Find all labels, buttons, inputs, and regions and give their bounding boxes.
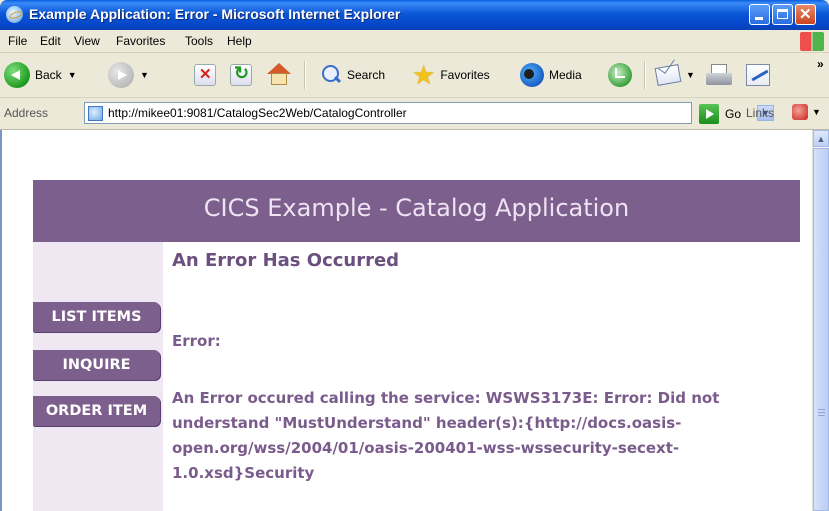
- scroll-grip: [818, 415, 825, 416]
- search-label: Search: [347, 68, 386, 82]
- menu-file[interactable]: File: [8, 34, 27, 48]
- edit-icon: [746, 64, 770, 86]
- favorites-star-icon: ★: [412, 60, 436, 90]
- menu-view[interactable]: View: [74, 34, 100, 48]
- error-message: An Error occured calling the service: WS…: [172, 386, 797, 486]
- menu-favorites[interactable]: Favorites: [116, 34, 165, 48]
- scroll-grip: [818, 412, 825, 413]
- search-button[interactable]: Search: [320, 59, 385, 91]
- sidebar-nav: LIST ITEMS INQUIRE ORDER ITEM: [33, 242, 163, 511]
- menu-edit[interactable]: Edit: [40, 34, 61, 48]
- back-icon: [4, 62, 30, 88]
- address-input[interactable]: http://mikee01:9081/CatalogSec2Web/Catal…: [84, 102, 774, 124]
- history-icon: [608, 63, 632, 87]
- forward-icon: [108, 62, 134, 88]
- go-arrow-icon: [699, 103, 719, 124]
- go-button[interactable]: Go: [699, 103, 741, 124]
- print-icon: [706, 64, 732, 86]
- error-message-line: open.org/wss/2004/01/oasis-200401-wss-ws…: [172, 439, 680, 457]
- toolbar: Back ▼ ▼ Search ★ Favorites Media: [0, 53, 829, 98]
- error-message-line: 1.0.xsd}Security: [172, 464, 315, 482]
- address-label: Address: [4, 106, 49, 120]
- links-icon[interactable]: [792, 104, 808, 120]
- scroll-thumb[interactable]: [813, 148, 829, 511]
- toolbar-separator: [304, 61, 306, 89]
- menu-tools[interactable]: Tools: [185, 34, 213, 48]
- stop-button[interactable]: [194, 59, 216, 91]
- close-button[interactable]: [795, 4, 816, 25]
- page-title: CICS Example - Catalog Application: [203, 194, 630, 222]
- media-icon: [520, 63, 544, 87]
- error-message-line: An Error occured calling the service: WS…: [172, 389, 720, 407]
- page-icon: [88, 106, 103, 121]
- history-button[interactable]: [608, 59, 632, 91]
- media-label: Media: [549, 68, 582, 82]
- edit-button[interactable]: [746, 59, 770, 91]
- scroll-grip: [818, 409, 825, 410]
- links-label[interactable]: Links: [746, 106, 774, 120]
- home-icon: [266, 63, 292, 87]
- search-icon: [320, 64, 342, 86]
- refresh-icon: [230, 63, 252, 86]
- title-bar: Example Application: Error - Microsoft I…: [0, 0, 829, 30]
- page-header: CICS Example - Catalog Application: [33, 180, 800, 242]
- minimize-button[interactable]: [749, 4, 770, 25]
- error-heading: An Error Has Occurred: [172, 250, 400, 271]
- forward-dropdown-icon[interactable]: ▼: [140, 70, 149, 80]
- browser-window: Example Application: Error - Microsoft I…: [0, 0, 829, 511]
- back-label: Back: [35, 68, 62, 82]
- scroll-up-arrow-icon[interactable]: ▲: [813, 130, 829, 147]
- refresh-button[interactable]: [230, 59, 252, 91]
- vertical-scrollbar[interactable]: ▲: [812, 130, 829, 511]
- favorites-button[interactable]: ★ Favorites: [412, 59, 490, 91]
- window-title: Example Application: Error - Microsoft I…: [29, 6, 401, 22]
- error-message-line: understand "MustUnderstand" header(s):{h…: [172, 414, 682, 432]
- mail-icon: [654, 64, 682, 86]
- media-button[interactable]: Media: [520, 59, 582, 91]
- address-url[interactable]: http://mikee01:9081/CatalogSec2Web/Catal…: [108, 106, 407, 120]
- go-label: Go: [725, 106, 742, 121]
- mail-button[interactable]: ▼: [654, 59, 695, 91]
- menu-bar: File Edit View Favorites Tools Help: [0, 30, 829, 53]
- address-bar: Address http://mikee01:9081/CatalogSec2W…: [0, 98, 829, 130]
- inquire-button[interactable]: INQUIRE: [33, 350, 160, 380]
- ie-app-icon[interactable]: [6, 6, 23, 23]
- error-label: Error:: [172, 332, 221, 350]
- order-item-button[interactable]: ORDER ITEM: [33, 396, 160, 426]
- forward-button[interactable]: ▼: [108, 59, 149, 91]
- stop-icon: [194, 64, 216, 86]
- home-button[interactable]: [266, 59, 292, 91]
- favorites-label: Favorites: [440, 68, 490, 82]
- mail-dropdown-icon[interactable]: ▼: [686, 70, 695, 80]
- print-button[interactable]: [706, 59, 732, 91]
- windows-logo-icon: [800, 32, 824, 51]
- toolbar-separator: [644, 61, 646, 89]
- list-items-button[interactable]: LIST ITEMS: [33, 302, 160, 332]
- toolbar-overflow-chevron[interactable]: »: [817, 57, 824, 71]
- maximize-button[interactable]: [772, 4, 793, 25]
- back-dropdown-icon[interactable]: ▼: [68, 70, 77, 80]
- main-panel: An Error Has Occurred Error: An Error oc…: [163, 242, 800, 511]
- menu-help[interactable]: Help: [227, 34, 252, 48]
- links-dropdown-icon[interactable]: ▼: [812, 107, 821, 117]
- back-button[interactable]: Back ▼: [4, 59, 77, 91]
